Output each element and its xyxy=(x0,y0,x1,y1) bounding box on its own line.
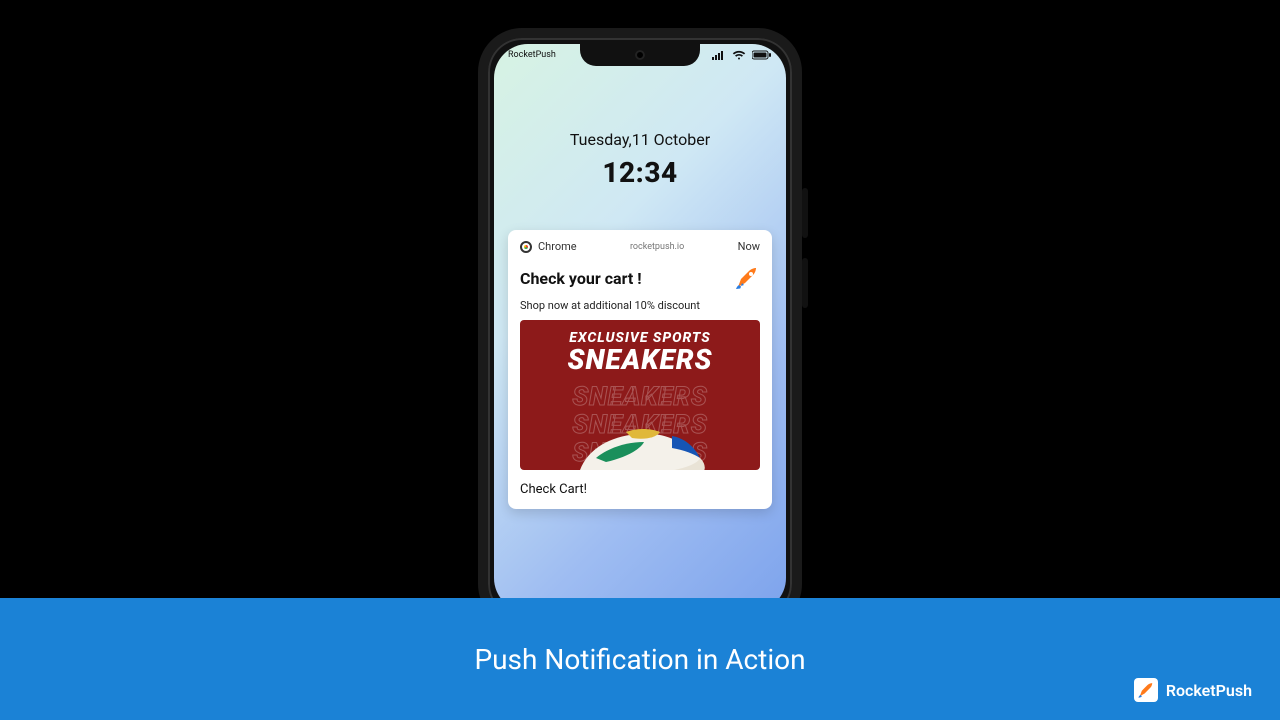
footer-bar: Push Notification in Action RocketPush xyxy=(0,598,1280,720)
phone-frame: RocketPush Tuesday,11 October 12:34 Chro… xyxy=(478,28,802,628)
notification-title-row: Check your cart ! xyxy=(520,265,760,291)
chrome-icon xyxy=(520,241,532,253)
wifi-icon xyxy=(732,50,746,60)
stage: RocketPush Tuesday,11 October 12:34 Chro… xyxy=(0,0,1280,720)
sneaker-illustration xyxy=(560,420,720,470)
promo-line2: SNEAKERS xyxy=(567,346,712,374)
promo-ghost-text: SNEAKERS xyxy=(520,382,760,412)
footer-title: Push Notification in Action xyxy=(474,643,805,676)
brand-lockup: RocketPush xyxy=(1134,678,1252,702)
notification-image: EXCLUSIVE SPORTS SNEAKERS SNEAKERS SNEAK… xyxy=(520,320,760,470)
status-icons xyxy=(712,50,772,60)
brand-logo-icon xyxy=(1134,678,1158,702)
notification-title: Check your cart ! xyxy=(520,269,642,288)
carrier-label: RocketPush xyxy=(508,50,556,60)
notification-action[interactable]: Check Cart! xyxy=(520,482,760,497)
phone-screen: RocketPush Tuesday,11 October 12:34 Chro… xyxy=(494,44,786,612)
notification-header: Chrome rocketpush.io Now xyxy=(520,240,760,253)
phone-notch xyxy=(580,44,700,66)
lock-time: 12:34 xyxy=(494,156,786,189)
signal-icon xyxy=(712,50,726,60)
notification-app-label: Chrome xyxy=(538,240,577,253)
push-notification-card[interactable]: Chrome rocketpush.io Now Check your cart… xyxy=(508,230,772,509)
lock-date: Tuesday,11 October xyxy=(494,130,786,149)
brand-name: RocketPush xyxy=(1166,681,1252,700)
notification-timestamp: Now xyxy=(738,240,760,253)
notification-subtitle: Shop now at additional 10% discount xyxy=(520,299,760,312)
battery-icon xyxy=(752,50,772,60)
notification-source: rocketpush.io xyxy=(577,242,738,252)
rocket-icon xyxy=(734,265,760,291)
